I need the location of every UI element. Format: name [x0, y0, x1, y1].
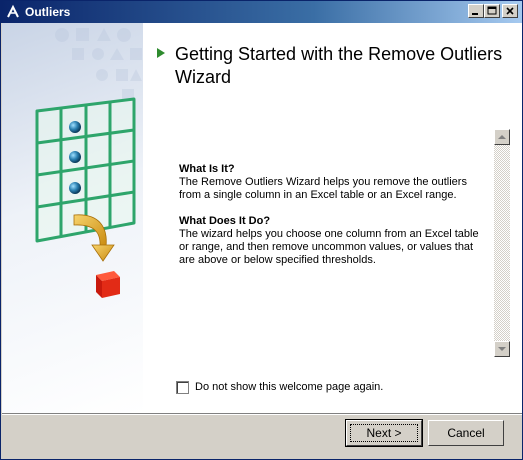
background-shapes	[55, 28, 142, 101]
maximize-icon	[487, 6, 497, 15]
minimize-button[interactable]	[468, 4, 484, 18]
cancel-button-label: Cancel	[447, 426, 485, 440]
next-button-label: Next >	[366, 426, 402, 440]
scroll-down-button[interactable]	[494, 341, 510, 357]
wizard-heading: Getting Started with the Remove Outliers…	[175, 44, 503, 87]
description-content: What Is It? The Remove Outliers Wizard h…	[179, 163, 479, 280]
maximize-button[interactable]	[484, 4, 500, 18]
wizard-footer: Next > Cancel	[2, 414, 522, 459]
close-button[interactable]	[502, 4, 518, 18]
scroll-up-icon	[498, 135, 506, 139]
outliers-illustration	[35, 28, 142, 298]
cancel-button[interactable]: Cancel	[428, 420, 504, 446]
outliers-app-icon	[7, 4, 19, 18]
description-textbox[interactable]: What Is It? The Remove Outliers Wizard h…	[179, 129, 510, 357]
green-play-arrow-icon	[157, 48, 165, 58]
wizard-window: Outliers Getting Started with the Remove…	[0, 0, 523, 460]
section-body-what-does-it-do: The wizard helps you choose one column f…	[179, 228, 479, 266]
dont-show-again-label[interactable]: Do not show this welcome page again.	[195, 381, 383, 394]
scroll-up-button[interactable]	[494, 129, 510, 145]
title-bar[interactable]: Outliers	[1, 1, 522, 23]
section-title-what-does-it-do: What Does It Do?	[179, 215, 271, 227]
description-scrollbar[interactable]	[494, 129, 510, 357]
scroll-down-icon	[498, 347, 506, 351]
close-icon	[506, 7, 514, 15]
section-body-what-is-it: The Remove Outliers Wizard helps you rem…	[179, 176, 467, 201]
wizard-illustration-panel	[2, 23, 143, 414]
minimize-icon	[472, 13, 478, 15]
section-title-what-is-it: What Is It?	[179, 163, 235, 175]
window-title: Outliers	[25, 5, 71, 19]
dont-show-again-checkbox[interactable]	[176, 381, 189, 394]
wizard-content-panel: Getting Started with the Remove Outliers…	[143, 23, 522, 414]
outlier-cube-icon	[96, 271, 120, 298]
next-button[interactable]: Next >	[345, 419, 423, 447]
